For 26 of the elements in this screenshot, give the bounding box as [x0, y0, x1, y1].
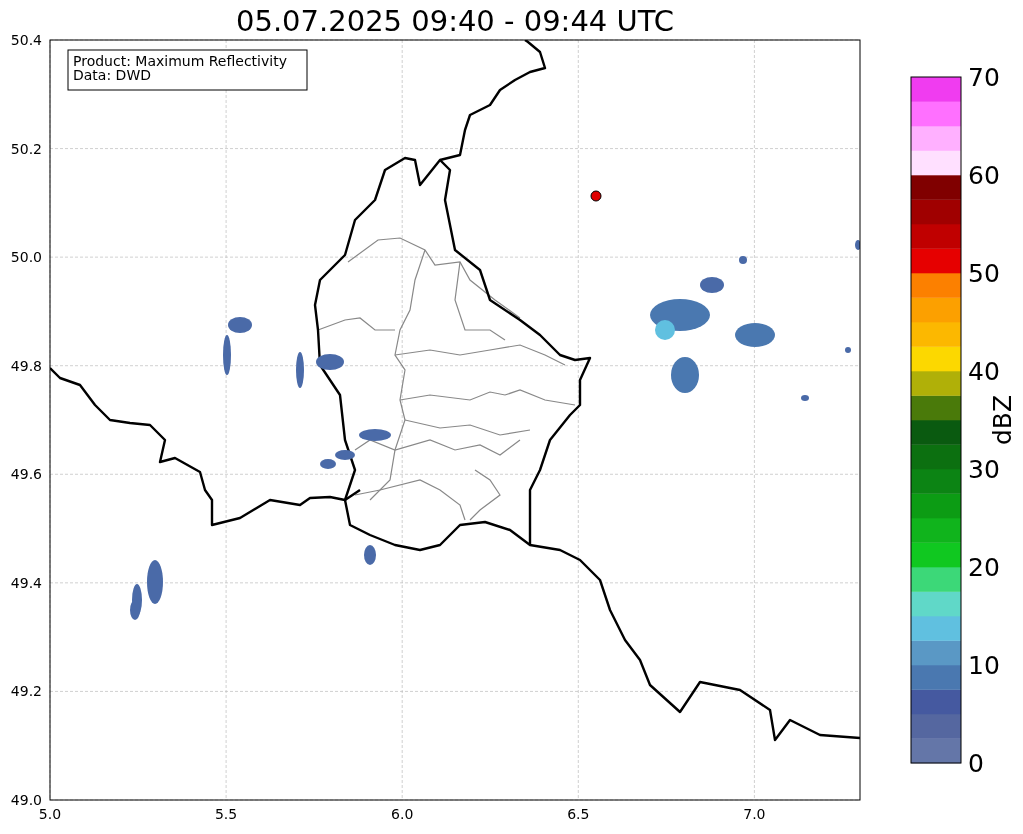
legend-text: Product: Maximum Reflectivity: [73, 53, 287, 69]
y-tick-label: 49.0: [10, 792, 42, 808]
x-tick-label: 7.0: [743, 806, 766, 822]
colorbar-tick-label: 10: [968, 651, 1000, 680]
x-tick-label: 6.0: [391, 806, 414, 822]
colorbar-tick-label: 20: [968, 553, 1000, 582]
y-tick-label: 49.4: [10, 574, 42, 591]
y-tick-label: 49.6: [10, 466, 42, 483]
y-tick-label: 49.2: [10, 683, 42, 700]
colorbar-tick-label: 60: [968, 161, 1000, 190]
y-tick-label: 50.2: [10, 140, 42, 157]
x-tick-label: 6.5: [567, 806, 590, 822]
y-tick-label: 49.8: [10, 357, 42, 374]
colorbar-tick-label: 50: [968, 259, 1000, 288]
chart-title: 05.07.2025 09:40 - 09:44 UTC: [236, 4, 674, 38]
y-tick-label: 50.0: [10, 249, 42, 266]
colorbar-tick-label: 30: [968, 455, 1000, 484]
colorbar-tick-label: 70: [968, 63, 1000, 92]
location-marker: [590, 190, 602, 202]
colorbar-tick-label: 0: [968, 749, 984, 778]
legend-text: Data: DWD: [73, 67, 151, 83]
colorbar-tick-label: 40: [968, 357, 1000, 386]
x-tick-label: 5.5: [214, 806, 238, 822]
y-tick-label: 50.4: [10, 32, 42, 48]
colorbar-label: dBZ: [988, 394, 1017, 446]
x-tick-label: 5.0: [38, 806, 62, 822]
